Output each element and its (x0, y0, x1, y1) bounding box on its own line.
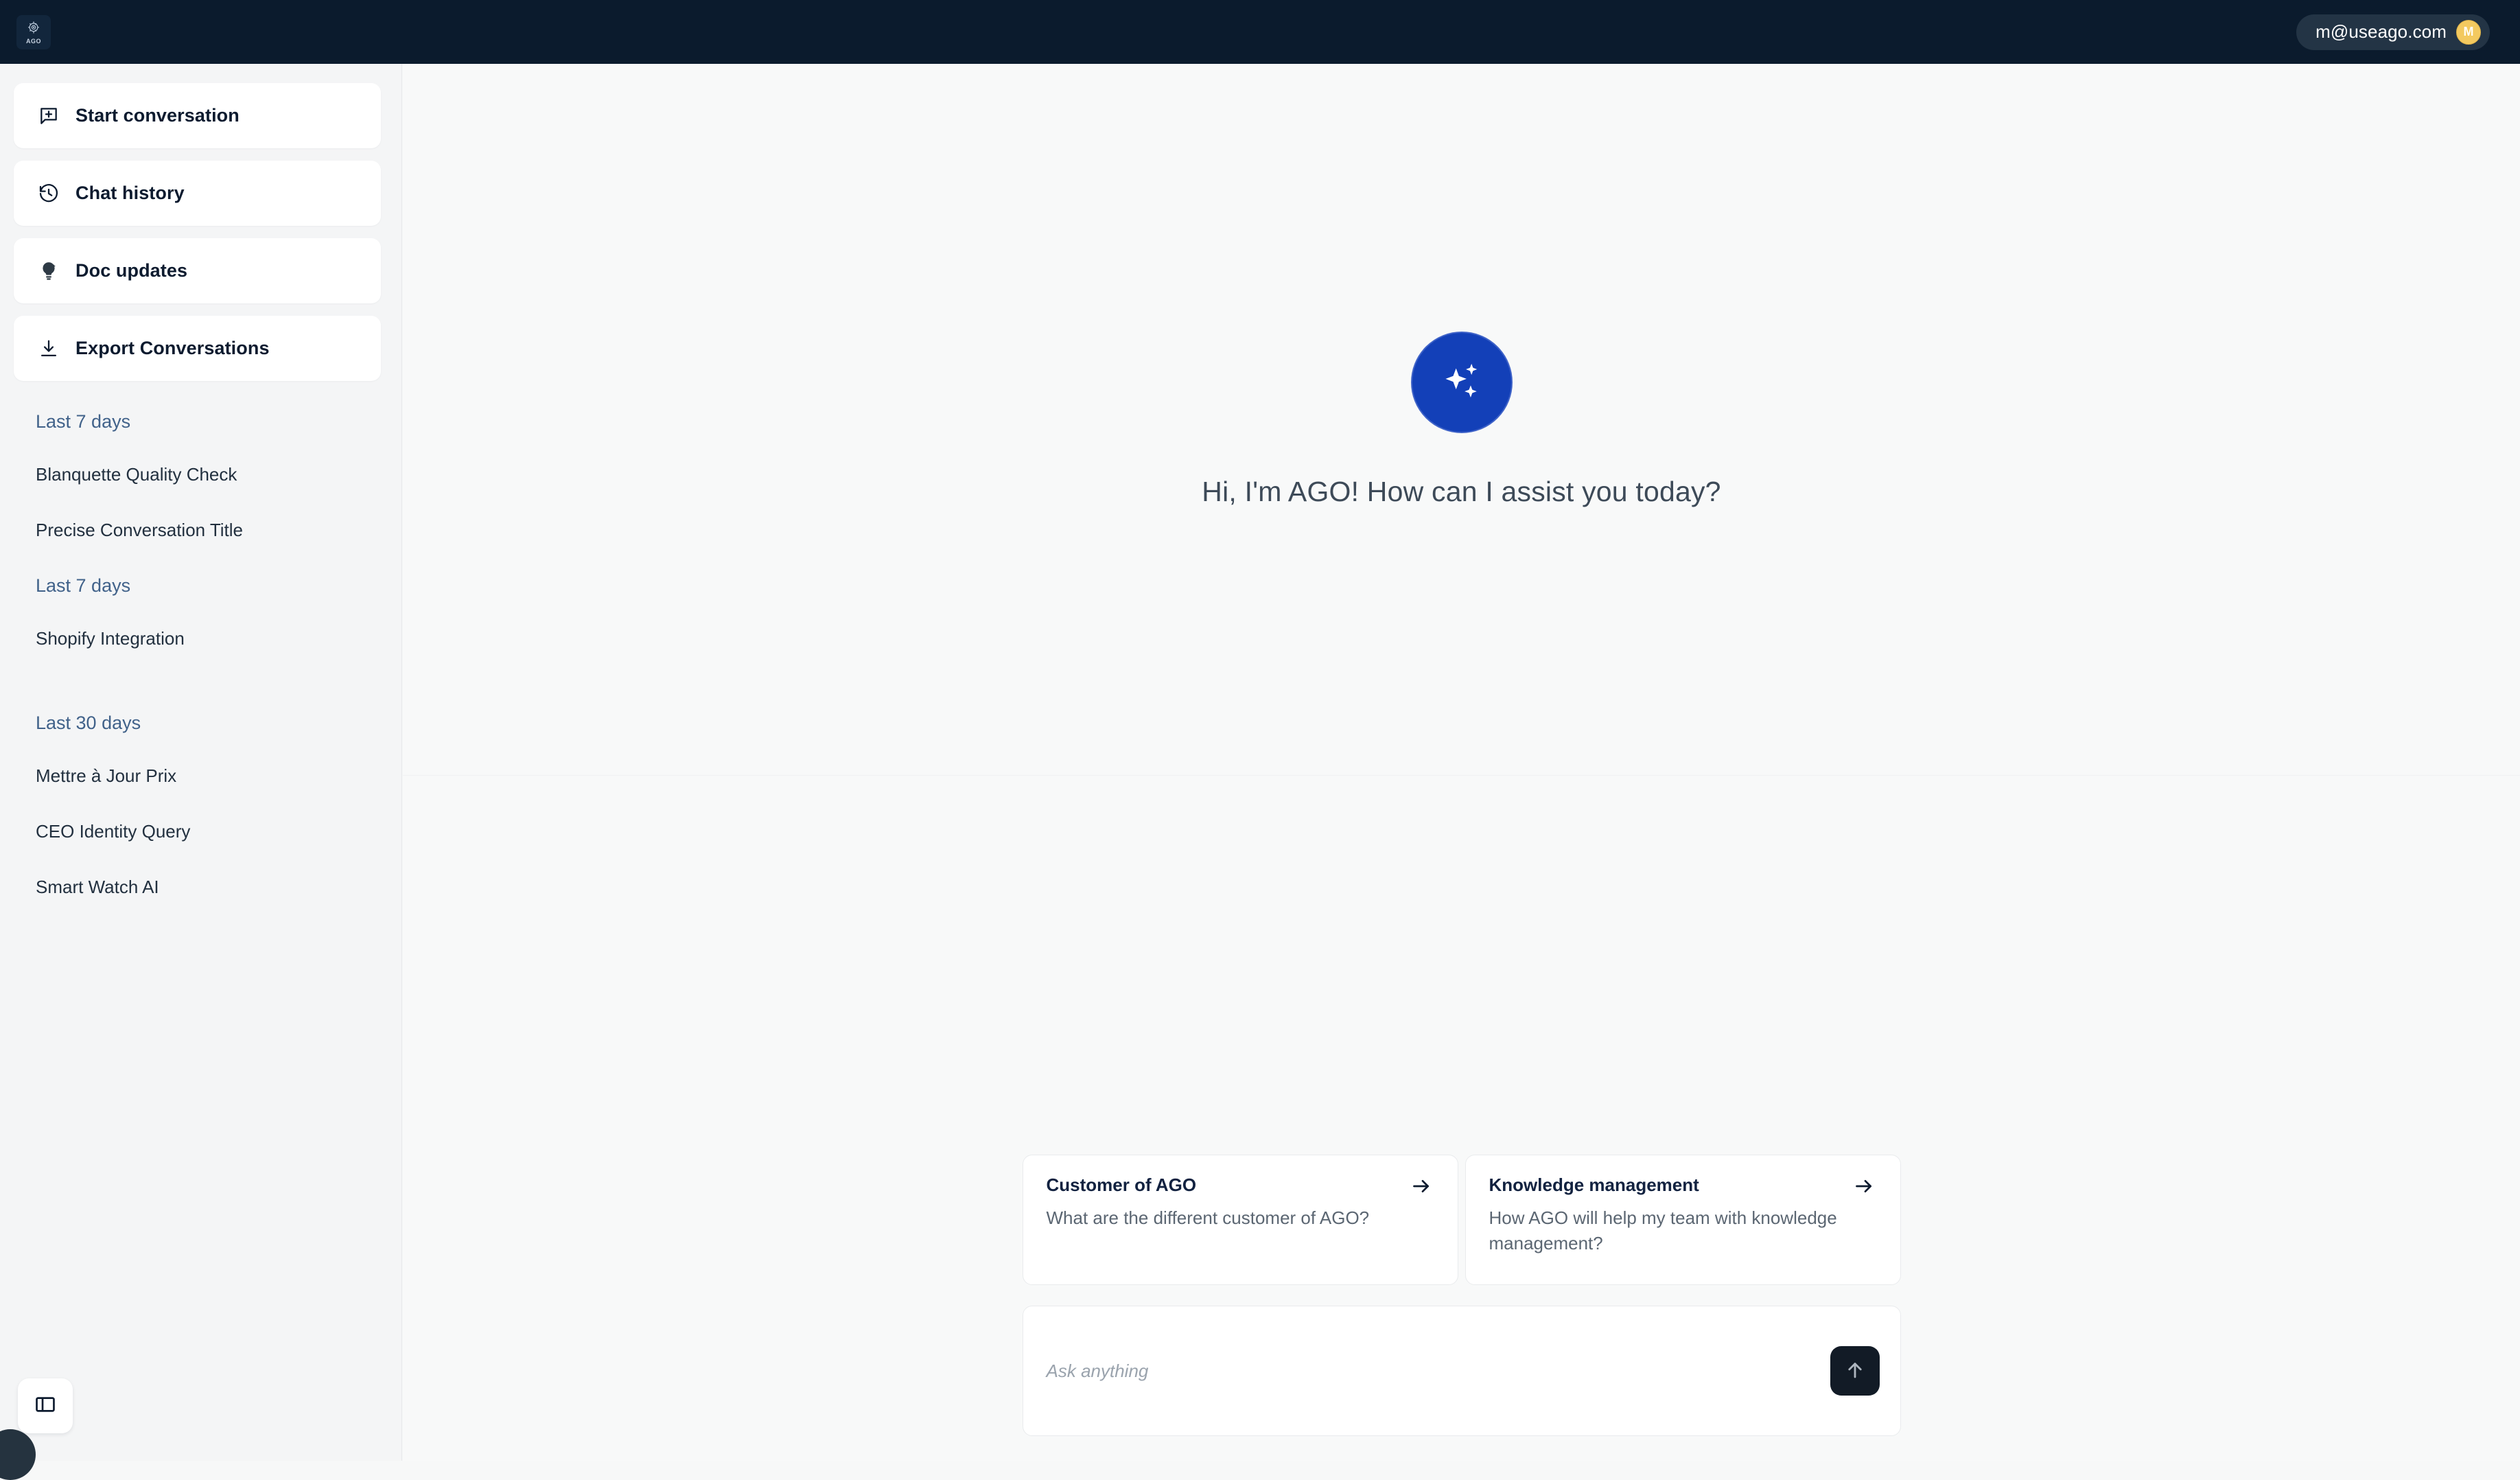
sidebar-item-label: Start conversation (75, 105, 240, 126)
list-item[interactable]: Shopify Integration (0, 628, 401, 649)
conversation-group: Last 7 days Shopify Integration (0, 575, 401, 649)
sidebar-item-label: Export Conversations (75, 338, 270, 358)
sidebar-item-label: Chat history (75, 183, 185, 203)
lightbulb-icon (37, 259, 60, 283)
ago-crest-icon (27, 21, 40, 33)
user-email-label: m@useago.com (2315, 21, 2447, 42)
corner-badge[interactable] (0, 1429, 36, 1480)
panel-layout-icon (34, 1393, 57, 1420)
sidebar-toggle-button[interactable] (18, 1378, 73, 1433)
avatar: M (2456, 19, 2481, 45)
suggestion-cards: Customer of AGO What are the different c… (1022, 1155, 1901, 1285)
arrow-up-icon (1843, 1358, 1867, 1384)
download-icon (37, 337, 60, 360)
group-header: Last 7 days (36, 411, 131, 432)
message-square-plus-icon (37, 104, 60, 128)
sidebar-item-export-conversations[interactable]: Export Conversations (14, 316, 381, 381)
sidebar-item-start-conversation[interactable]: Start conversation (14, 83, 381, 148)
send-button[interactable] (1830, 1346, 1880, 1396)
top-header-bar: AGO m@useago.com M (0, 0, 2520, 64)
suggestion-card-customer-of-ago[interactable]: Customer of AGO What are the different c… (1022, 1155, 1458, 1285)
history-icon (37, 182, 60, 205)
suggestion-description: What are the different customer of AGO? (1046, 1207, 1370, 1228)
suggestion-title: Customer of AGO (1046, 1175, 1197, 1195)
sidebar-item-doc-updates[interactable]: Doc updates (14, 238, 381, 303)
app-logo[interactable]: AGO (16, 14, 51, 49)
group-header: Last 30 days (36, 713, 141, 733)
suggestion-description: How AGO will help my team with knowledge… (1489, 1207, 1837, 1254)
welcome-hero: Hi, I'm AGO! How can I assist you today? (403, 64, 2520, 776)
suggestion-title: Knowledge management (1489, 1175, 1699, 1195)
page-title: Hi, I'm AGO! How can I assist you today? (1202, 475, 1721, 507)
list-item[interactable]: Blanquette Quality Check (0, 464, 401, 485)
sidebar-item-chat-history[interactable]: Chat history (14, 161, 381, 226)
sidebar-item-label: Doc updates (75, 260, 188, 281)
list-item[interactable]: CEO Identity Query (0, 821, 401, 842)
main-content: Hi, I'm AGO! How can I assist you today?… (403, 64, 2520, 1461)
arrow-right-icon (1852, 1175, 1876, 1201)
message-input-container[interactable]: Ask anything (1022, 1306, 1901, 1436)
list-item[interactable]: Smart Watch AI (0, 877, 401, 898)
list-item[interactable]: Mettre à Jour Prix (0, 765, 401, 787)
search-input[interactable]: Ask anything (1047, 1361, 1149, 1382)
sparkles-icon (1445, 363, 1477, 397)
sidebar: Start conversation Chat history Doc upda… (0, 64, 402, 1480)
list-item[interactable]: Precise Conversation Title (0, 520, 401, 541)
sidebar-nav: Start conversation Chat history Doc upda… (0, 64, 401, 381)
conversation-group: Last 7 days Blanquette Quality Check Pre… (0, 411, 401, 541)
conversation-groups: Last 7 days Blanquette Quality Check Pre… (0, 381, 401, 898)
assistant-orb (1410, 331, 1513, 433)
composer-area: Customer of AGO What are the different c… (403, 1155, 2520, 1461)
logo-wordmark: AGO (25, 37, 41, 45)
user-account-chip[interactable]: m@useago.com M (2296, 14, 2490, 50)
conversation-group: Last 30 days Mettre à Jour Prix CEO Iden… (0, 713, 401, 898)
suggestion-card-knowledge-management[interactable]: Knowledge management How AGO will help m… (1465, 1155, 1901, 1285)
group-header: Last 7 days (36, 575, 131, 596)
arrow-right-icon (1410, 1175, 1433, 1201)
